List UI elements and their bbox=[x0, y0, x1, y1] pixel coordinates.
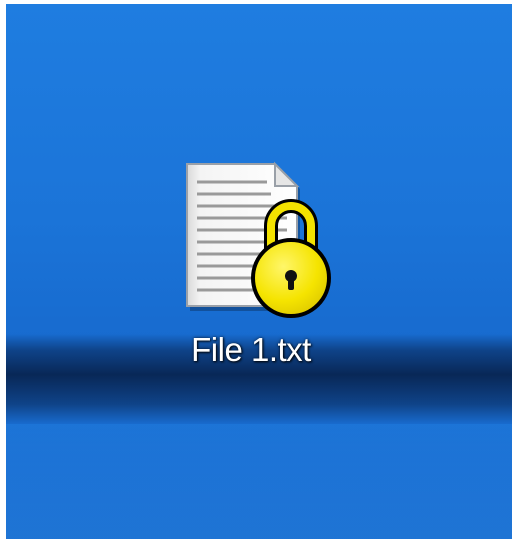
desktop-icon-label[interactable]: File 1.txt bbox=[151, 331, 351, 369]
desktop-background[interactable]: File 1.txt bbox=[6, 4, 512, 539]
desktop-icon-file-1[interactable]: File 1.txt bbox=[151, 146, 351, 406]
page-fold bbox=[274, 161, 300, 187]
locked-text-file-icon bbox=[186, 161, 331, 318]
screenshot-frame: File 1.txt bbox=[0, 0, 514, 541]
